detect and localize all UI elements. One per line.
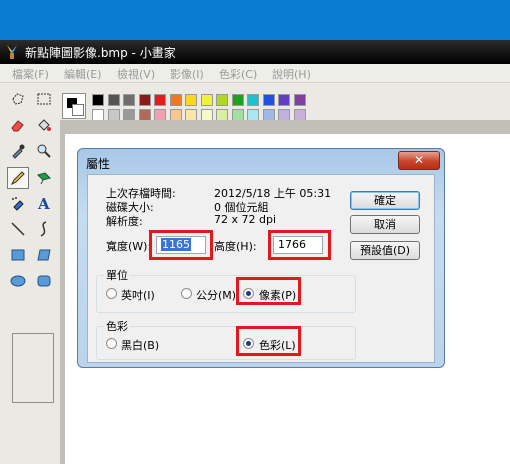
magnifier-icon[interactable] [34,141,54,161]
inch-label[interactable]: 英吋(I) [121,287,155,303]
eraser-icon[interactable] [8,115,28,135]
palette-swatch[interactable] [138,94,151,106]
palette-swatch[interactable] [262,94,275,106]
resolution-label: 解析度: [106,215,143,228]
desktop-frame [0,0,510,40]
resolution-value: 72 x 72 dpi [214,213,277,226]
palette-swatch[interactable] [231,94,244,106]
current-color-box[interactable] [62,93,86,119]
cm-label[interactable]: 公分(M) [196,287,236,303]
colors-group-label: 色彩 [104,318,130,334]
curve-icon[interactable] [34,219,54,239]
palette-swatch[interactable] [107,94,120,106]
menu-image[interactable]: 影像(I) [170,66,204,82]
ok-button[interactable]: 確定 [350,191,420,210]
free-select-icon[interactable] [8,89,28,109]
line-icon[interactable] [8,219,28,239]
window-title: 新點陣圖影像.bmp - 小畫家 [25,46,176,60]
inch-radio[interactable] [106,288,117,299]
ellipse-icon[interactable] [8,271,28,291]
toolbox: A [0,83,60,464]
dialog-close-button[interactable]: ✕ [398,151,440,170]
dialog-title: 屬性 [86,157,111,171]
palette-swatch[interactable] [185,94,197,106]
bw-radio[interactable] [106,338,117,349]
polygon-icon[interactable] [34,245,54,265]
width-highlight-box [149,230,213,260]
color-highlight-box [236,326,301,356]
background-color [72,104,84,116]
properties-dialog: 屬性 ✕ 上次存檔時間: 2012/5/18 上午 05:31 磁碟大小: 0 … [77,148,445,368]
palette-swatch[interactable] [247,94,259,106]
menu-file[interactable]: 檔案(F) [12,66,49,82]
menu-view[interactable]: 檢視(V) [117,66,155,82]
rect-select-icon[interactable] [34,89,54,109]
palette-swatch[interactable] [123,94,135,106]
menu-bar: 檔案(F) 編輯(E) 檢視(V) 影像(I) 色彩(C) 說明(H) [0,64,510,83]
menu-edit[interactable]: 編輯(E) [64,66,102,82]
cancel-button[interactable]: 取消 [350,215,420,234]
text-icon[interactable]: A [34,193,54,213]
tool-options-box[interactable] [12,333,54,403]
airbrush-icon[interactable] [8,193,28,213]
palette-swatch[interactable] [169,94,182,106]
bw-label[interactable]: 黑白(B) [121,337,159,353]
palette-swatch[interactable] [92,94,104,106]
pencil-icon[interactable] [7,167,29,189]
menu-colors[interactable]: 色彩(C) [219,66,257,82]
width-label: 寬度(W): [106,240,152,253]
title-bar[interactable]: 新點陣圖影像.bmp - 小畫家 [0,40,510,64]
color-palette [92,94,322,122]
eyedropper-icon[interactable] [8,141,28,161]
brush-icon[interactable] [34,167,54,187]
menu-help[interactable]: 說明(H) [272,66,311,82]
fill-bucket-icon[interactable] [34,115,54,135]
palette-swatch[interactable] [154,94,166,106]
palette-swatch[interactable] [293,94,306,106]
palette-swatch[interactable] [278,94,290,106]
height-highlight-box [268,230,331,260]
paint-app-icon [7,45,17,59]
palette-swatch[interactable] [216,94,228,106]
units-group-label: 單位 [104,267,130,283]
cm-radio[interactable] [181,288,192,299]
dialog-body: 上次存檔時間: 2012/5/18 上午 05:31 磁碟大小: 0 個位元組 … [87,174,435,363]
pixel-highlight-box [236,277,301,305]
height-label: 高度(H): [214,240,257,253]
palette-swatch[interactable] [200,94,213,106]
default-button[interactable]: 預設值(D) [350,241,420,260]
svg-text:A: A [37,195,50,211]
rounded-rect-icon[interactable] [34,271,54,291]
rectangle-icon[interactable] [8,245,28,265]
